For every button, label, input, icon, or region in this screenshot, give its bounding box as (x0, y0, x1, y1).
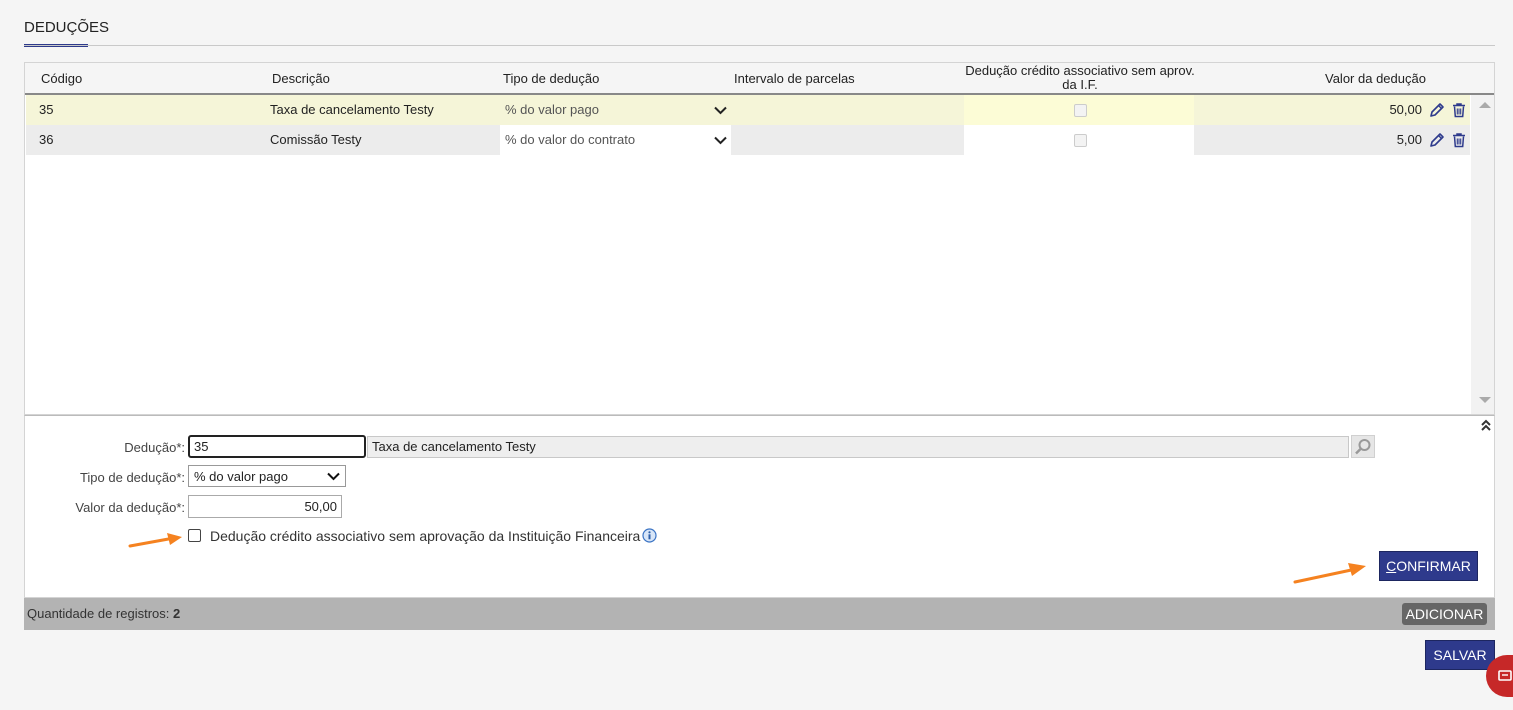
grid-scrollbar[interactable] (1471, 95, 1494, 414)
chat-bubble-icon (1498, 670, 1512, 681)
valor-deducao-input[interactable] (188, 495, 342, 518)
tipo-deducao-label: Tipo de dedução*: (79, 470, 185, 485)
confirm-button[interactable]: CONFIRMAR (1379, 551, 1478, 581)
column-header-descricao[interactable]: Descrição (272, 71, 330, 86)
delete-trash-icon[interactable] (1451, 102, 1467, 118)
column-header-codigo[interactable]: Código (41, 71, 82, 86)
scroll-down-arrow-icon[interactable] (1479, 396, 1491, 404)
deducao-label: Dedução*: (124, 440, 185, 455)
grid-header: Código Descrição Tipo de dedução Interva… (25, 63, 1494, 95)
info-icon[interactable] (642, 528, 657, 543)
cell-valor: 5,00 (1396, 132, 1422, 147)
chevron-down-icon (714, 106, 727, 115)
cell-codigo: 36 (39, 132, 54, 147)
row-tipo-value: % do valor pago (505, 102, 599, 117)
row-credito-checkbox[interactable] (1074, 134, 1087, 147)
column-header-intervalo[interactable]: Intervalo de parcelas (734, 71, 855, 86)
confirm-button-accesskey: C (1386, 558, 1397, 574)
row-tipo-value: % do valor do contrato (505, 132, 636, 147)
tipo-deducao-value: % do valor pago (194, 469, 288, 484)
chevron-down-icon (714, 136, 727, 145)
tipo-deducao-select[interactable]: % do valor pago (188, 465, 346, 487)
delete-trash-icon[interactable] (1451, 132, 1467, 148)
record-count-label: Quantidade de registros: (27, 606, 170, 621)
column-header-credito[interactable]: Dedução crédito associativo sem aprov. d… (965, 64, 1195, 92)
cell-credito (964, 125, 1194, 155)
save-button[interactable]: SALVAR (1425, 640, 1495, 670)
cell-intervalo (732, 125, 964, 155)
section-divider (24, 45, 1495, 46)
search-lookup-button[interactable] (1351, 435, 1375, 458)
confirm-button-label: ONFIRMAR (1396, 558, 1471, 574)
collapse-double-chevron-icon[interactable] (1480, 418, 1492, 432)
deducao-code-input[interactable] (188, 435, 366, 458)
cell-intervalo (732, 95, 964, 125)
table-row[interactable]: 36 Comissão Testy % do valor do contrato… (26, 125, 1470, 155)
valor-deducao-label: Valor da dedução*: (75, 500, 185, 515)
row-tipo-select[interactable]: % do valor do contrato (500, 125, 731, 155)
record-count: Quantidade de registros: 2 (27, 606, 180, 621)
column-header-tipo[interactable]: Tipo de dedução (503, 71, 599, 86)
column-header-valor[interactable]: Valor da dedução (1325, 71, 1426, 86)
section-title: DEDUÇÕES (24, 19, 110, 36)
edit-pencil-icon[interactable] (1429, 102, 1445, 118)
chevron-down-icon (327, 472, 340, 481)
cell-valor: 50,00 (1389, 102, 1422, 117)
edit-pencil-icon[interactable] (1429, 132, 1445, 148)
row-credito-checkbox[interactable] (1074, 104, 1087, 117)
annotation-arrow-left (128, 533, 182, 548)
row-tipo-select[interactable]: % do valor pago (500, 95, 731, 125)
scroll-up-arrow-icon[interactable] (1479, 101, 1491, 109)
deductions-grid: Código Descrição Tipo de dedução Interva… (24, 62, 1495, 415)
cell-descricao: Comissão Testy (270, 132, 362, 147)
annotation-arrow-right (1293, 563, 1366, 584)
credito-associativo-checkbox[interactable] (188, 529, 201, 542)
credito-associativo-label[interactable]: Dedução crédito associativo sem aprovaçã… (210, 528, 640, 544)
cell-credito (964, 95, 1194, 125)
deducao-description-field: Taxa de cancelamento Testy (367, 436, 1349, 458)
table-row[interactable]: 35 Taxa de cancelamento Testy % do valor… (26, 95, 1470, 125)
cell-descricao: Taxa de cancelamento Testy (270, 102, 434, 117)
column-header-credito-line1: Dedução crédito associativo sem aprov. (965, 63, 1195, 78)
record-count-value: 2 (173, 606, 181, 621)
search-icon (1355, 439, 1371, 455)
add-button[interactable]: ADICIONAR (1402, 603, 1487, 625)
grid-footer-bar: Quantidade de registros: 2 ADICIONAR (24, 598, 1495, 630)
cell-codigo: 35 (39, 102, 54, 117)
column-header-credito-line2: da I.F. (1062, 77, 1098, 92)
